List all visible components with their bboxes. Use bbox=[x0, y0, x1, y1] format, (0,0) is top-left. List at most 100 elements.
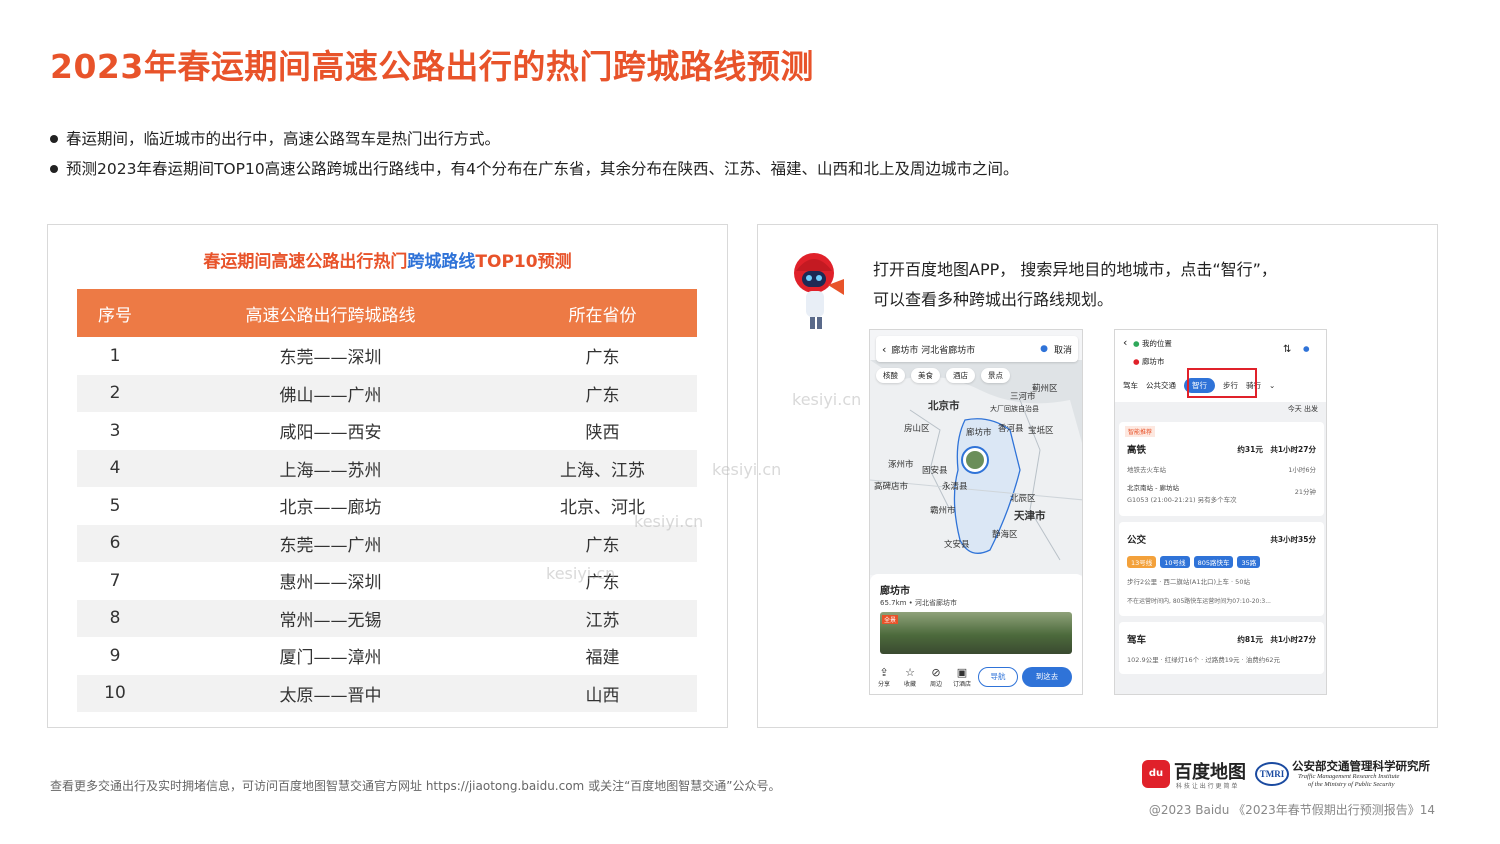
map-label: 霸州市 bbox=[930, 506, 956, 516]
highlight-box bbox=[1187, 368, 1257, 398]
page-title: 2023年春运期间高速公路出行的热门跨城路线预测 bbox=[50, 47, 814, 86]
chip[interactable]: 景点 bbox=[981, 368, 1010, 383]
line-tag: 10号线 bbox=[1160, 556, 1190, 568]
cell-route: 佛山——广州 bbox=[153, 374, 508, 412]
route-card-bus[interactable]: 公交 共3小时35分 13号线 10号线 805路快车 35路 步行2公里 · … bbox=[1119, 522, 1324, 616]
route-card-car[interactable]: 驾车 约81元 共1小时27分 102.9公里 · 红绿灯16个 · 过路费19… bbox=[1119, 622, 1324, 674]
tmri-logo-icon: TMRI bbox=[1255, 762, 1289, 786]
table-row: 8 常州——无锡 江苏 bbox=[77, 599, 697, 637]
header-rank: 序号 bbox=[77, 289, 153, 337]
mic-icon[interactable]: ● bbox=[1303, 344, 1310, 353]
back-icon[interactable]: ‹ bbox=[1123, 336, 1127, 349]
destination-dot-icon: ● 廊坊市 bbox=[1133, 357, 1165, 366]
cell-route: 厦门——漳州 bbox=[153, 637, 508, 675]
instruction-line: 可以查看多种跨城出行路线规划。 bbox=[873, 290, 1114, 309]
map-label: 天津市 bbox=[1014, 510, 1046, 522]
map-label: 蓟州区 bbox=[1032, 384, 1058, 394]
table-row: 5 北京——廊坊 北京、河北 bbox=[77, 487, 697, 525]
route-step: 步行2公里 · 西二旗站(A1北口)上车 · 50站 bbox=[1127, 578, 1250, 586]
place-subtitle: 65.7km • 河北省廊坊市 bbox=[880, 599, 958, 607]
route-step: 102.9公里 · 红绿灯16个 · 过路费19元 · 油费约62元 bbox=[1127, 656, 1281, 664]
cell-rank: 1 bbox=[77, 337, 153, 375]
table-title-part2: TOP10预测 bbox=[475, 252, 572, 272]
nearby-button[interactable]: ⊘ 周边 bbox=[924, 666, 948, 688]
route-step: 不在运营时间内, 805路快车运营时间为07:10-20:3... bbox=[1127, 598, 1271, 605]
place-title: 廊坊市 bbox=[880, 586, 910, 597]
chip[interactable]: 核酸 bbox=[876, 368, 905, 383]
map-label: 北京市 bbox=[928, 400, 960, 412]
cell-rank: 9 bbox=[77, 637, 153, 675]
map-label: 高碑店市 bbox=[874, 482, 909, 492]
map-search-bar[interactable]: ‹ 廊坊市 河北省廊坊市 ● 取消 bbox=[876, 336, 1078, 362]
header-route: 高速公路出行跨城路线 bbox=[153, 289, 508, 337]
route-card-rail[interactable]: 智能推荐 高铁 约31元 共1小时27分 地铁去火车站 1小时6分 北京南站 -… bbox=[1119, 422, 1324, 516]
route-summary: 约81元 共1小时27分 bbox=[1237, 635, 1316, 644]
tab-transit[interactable]: 公共交通 bbox=[1146, 380, 1176, 391]
cell-rank: 6 bbox=[77, 524, 153, 562]
cell-province: 山西 bbox=[508, 674, 697, 712]
cell-route: 惠州——深圳 bbox=[153, 562, 508, 600]
instruction-text: 打开百度地图APP， 搜索异地目的地城市，点击“智行”， 可以查看多种跨城出行路… bbox=[873, 255, 1277, 315]
route-summary: 约31元 共1小时27分 bbox=[1237, 445, 1316, 454]
departure-time[interactable]: 今天 出发 bbox=[1288, 404, 1318, 414]
star-icon: ☆ bbox=[905, 665, 915, 679]
navigate-button[interactable]: 导航 bbox=[978, 667, 1018, 687]
cell-rank: 3 bbox=[77, 412, 153, 450]
cell-rank: 10 bbox=[77, 674, 153, 712]
partner-logos: du 百度地图 科 技 让 出 行 更 简 单 TMRI 公安部交通管理科学研究… bbox=[1142, 758, 1442, 794]
cell-rank: 2 bbox=[77, 374, 153, 412]
map-label: 文安县 bbox=[944, 540, 970, 550]
cell-rank: 7 bbox=[77, 562, 153, 600]
bullet-text: 春运期间，临近城市的出行中，高速公路驾车是热门出行方式。 bbox=[66, 130, 501, 148]
map-label: 永清县 bbox=[942, 482, 968, 492]
recommend-badge: 智能推荐 bbox=[1125, 426, 1156, 437]
bullet-dot bbox=[50, 165, 58, 173]
line-tag: 35路 bbox=[1237, 556, 1261, 568]
search-text: 廊坊市 河北省廊坊市 bbox=[891, 345, 976, 356]
mascot-icon bbox=[794, 253, 844, 329]
cell-route: 东莞——广州 bbox=[153, 524, 508, 562]
table-row: 2 佛山——广州 广东 bbox=[77, 374, 697, 412]
swap-icon[interactable]: ⇅ bbox=[1283, 344, 1291, 355]
table-row: 9 厦门——漳州 福建 bbox=[77, 637, 697, 675]
chevron-down-icon[interactable]: ⌄ bbox=[1269, 381, 1275, 390]
chip[interactable]: 酒店 bbox=[946, 368, 975, 383]
chip[interactable]: 美食 bbox=[911, 368, 940, 383]
route-mode-label: 驾车 bbox=[1127, 635, 1147, 646]
hotel-button[interactable]: ▣ 订酒店 bbox=[950, 665, 974, 688]
cell-route: 上海——苏州 bbox=[153, 449, 508, 487]
place-actions: ⇪ 分享 ☆ 收藏 ⊘ 周边 ▣ 订酒店 导航 到这去 bbox=[870, 662, 1082, 692]
table-row: 3 咸阳——西安 陕西 bbox=[77, 412, 697, 450]
table-row: 10 太原——晋中 山西 bbox=[77, 674, 697, 712]
route-summary: 共3小时35分 bbox=[1270, 535, 1316, 544]
tmri-english-line: Traffic Management Research Institute bbox=[1298, 773, 1400, 780]
cell-route: 咸阳——西安 bbox=[153, 412, 508, 450]
cancel-button[interactable]: 取消 bbox=[1054, 343, 1072, 356]
route-step: 北京南站 - 廊坊站 bbox=[1127, 484, 1179, 492]
ranking-table: 序号 高速公路出行跨城路线 所在省份 1 东莞——深圳 广东 2 佛山——广州 广东 3 咸阳… bbox=[77, 289, 697, 712]
route-step-time: 1小时6分 bbox=[1288, 466, 1316, 474]
table-row: 6 东莞——广州 广东 bbox=[77, 524, 697, 562]
route-step: 地铁去火车站 bbox=[1127, 466, 1166, 474]
hotel-icon: ▣ bbox=[956, 665, 968, 679]
table-title: 春运期间高速公路出行热门跨城路线TOP10预测 bbox=[48, 247, 727, 272]
map-label: 北辰区 bbox=[1010, 494, 1036, 504]
mic-icon[interactable]: ● bbox=[1040, 344, 1048, 354]
photo-tag: 全景 bbox=[882, 615, 899, 624]
bullet-list: 春运期间，临近城市的出行中，高速公路驾车是热门出行方式。 预测2023年春运期间… bbox=[50, 124, 1019, 184]
favorite-button[interactable]: ☆ 收藏 bbox=[898, 665, 922, 688]
watermark: kesiyi.cn bbox=[792, 390, 862, 409]
instruction-line: 打开百度地图APP， 搜索异地目的地城市，点击“智行”， bbox=[873, 260, 1277, 279]
place-photo[interactable] bbox=[880, 612, 1072, 654]
back-icon[interactable]: ‹ bbox=[882, 343, 886, 356]
bullet-item: 春运期间，临近城市的出行中，高速公路驾车是热门出行方式。 bbox=[50, 124, 1019, 154]
share-button[interactable]: ⇪ 分享 bbox=[872, 666, 896, 688]
place-card[interactable]: 廊坊市 65.7km • 河北省廊坊市 全景 ⇪ 分享 ☆ 收藏 ⊘ 周边 ▣ 订酒店 … bbox=[870, 574, 1082, 694]
go-there-button[interactable]: 到这去 bbox=[1022, 667, 1072, 687]
cell-rank: 4 bbox=[77, 449, 153, 487]
cell-rank: 8 bbox=[77, 599, 153, 637]
tmri-name: 公安部交通管理科学研究所 bbox=[1292, 759, 1430, 773]
tab-drive[interactable]: 驾车 bbox=[1123, 380, 1138, 391]
cell-route: 北京——廊坊 bbox=[153, 487, 508, 525]
phone-map-screenshot: ‹ 廊坊市 河北省廊坊市 ● 取消 核酸 美食 酒店 景点 北京市 三河市 大厂… bbox=[869, 329, 1083, 695]
